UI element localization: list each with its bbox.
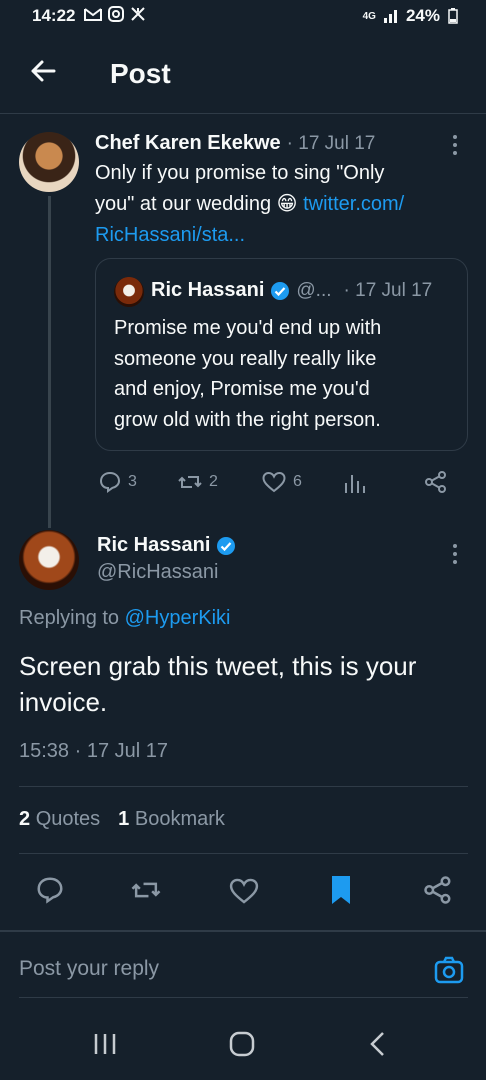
- repost-action[interactable]: 2: [177, 470, 218, 494]
- status-time: 14:22: [32, 6, 76, 25]
- quoted-handle: @...: [296, 279, 332, 301]
- main-tweet-line-1: Screen grab this tweet, this is your: [19, 651, 417, 681]
- more-options-icon[interactable]: [448, 543, 462, 565]
- verified-badge-icon: [271, 281, 290, 300]
- main-author-handle[interactable]: @RicHassani: [97, 561, 218, 584]
- repost-icon[interactable]: [130, 875, 162, 905]
- replying-to: Replying to @HyperKiki: [19, 607, 231, 630]
- network-type: 4G: [362, 10, 376, 22]
- tweet-date: · 17 Jul 17: [286, 133, 376, 154]
- divider: [0, 930, 486, 932]
- repost-count: 2: [209, 473, 218, 490]
- heart-icon[interactable]: [228, 876, 260, 906]
- tweet-link[interactable]: twitter.com/: [303, 193, 404, 215]
- reply-icon[interactable]: [35, 875, 65, 905]
- reply-icon: [99, 471, 121, 493]
- page-title: Post: [110, 58, 171, 89]
- gmail-icon: [84, 8, 102, 21]
- home-icon[interactable]: [228, 1030, 256, 1058]
- status-right-group: 4G 24%: [363, 6, 458, 26]
- main-tweet-text: Screen grab this tweet, this is your inv…: [19, 648, 474, 720]
- main-author-name[interactable]: Ric Hassani: [97, 534, 210, 557]
- like-count: 6: [293, 473, 302, 490]
- main-tweet-line-2: invoice.: [19, 687, 108, 717]
- replying-to-handle[interactable]: @HyperKiki: [125, 607, 231, 629]
- page-header: Post: [0, 40, 486, 114]
- quoted-line: someone you really really like: [114, 347, 377, 370]
- quoted-line: and enjoy, Promise me you'd: [114, 378, 370, 400]
- divider: [19, 853, 468, 854]
- avatar-ric-hassani[interactable]: [19, 530, 79, 590]
- parent-tweet-header: Chef Karen Ekekwe · 17 Jul 17: [95, 132, 375, 155]
- tweet-link-continued[interactable]: RicHassani/sta...: [95, 220, 470, 251]
- app-notification-icon: [131, 7, 145, 21]
- instagram-icon: [108, 6, 124, 22]
- quoted-author-name: Ric Hassani: [151, 279, 265, 301]
- bookmarks-stat[interactable]: 1 Bookmark: [118, 808, 225, 831]
- back-nav-icon[interactable]: [368, 1030, 388, 1058]
- bookmarks-count: 1: [118, 808, 130, 830]
- quotes-count: 2: [19, 808, 31, 830]
- parent-tweet-line-1: Only if you promise to sing "Only: [95, 162, 385, 184]
- avatar-chef-karen[interactable]: [19, 132, 79, 192]
- back-arrow-icon[interactable]: [28, 56, 58, 86]
- recent-apps-icon[interactable]: [92, 1031, 118, 1057]
- author-name[interactable]: Chef Karen Ekekwe: [95, 132, 281, 155]
- heart-icon: [262, 471, 286, 493]
- quoted-line: Promise me you'd end up with: [114, 317, 382, 339]
- quoted-tweet-header: Ric Hassani @... · 17 Jul 17: [151, 279, 432, 302]
- views-icon[interactable]: [343, 472, 367, 494]
- parent-tweet-text: Only if you promise to sing "Only you" a…: [95, 158, 470, 251]
- bookmark-icon[interactable]: [330, 874, 352, 906]
- reply-action[interactable]: 3: [98, 470, 137, 494]
- replying-to-prefix: Replying to: [19, 607, 125, 629]
- bookmarks-label: Bookmark: [134, 808, 225, 830]
- main-tweet-author-row: Ric Hassani: [97, 534, 236, 557]
- divider: [19, 997, 468, 998]
- quoted-date: · 17 Jul 17: [343, 279, 433, 301]
- engagement-stats: 2 Quotes 1 Bookmark: [19, 808, 225, 831]
- quoted-tweet-text: Promise me you'd end up with someone you…: [114, 313, 459, 435]
- share-icon[interactable]: [424, 470, 448, 494]
- battery-percent: 24%: [405, 6, 440, 25]
- notification-icons: [84, 6, 146, 22]
- quotes-label: Quotes: [35, 808, 101, 830]
- quoted-line: grow old with the right person.: [114, 408, 381, 431]
- signal-icon: [383, 10, 397, 23]
- quotes-stat[interactable]: 2 Quotes: [19, 808, 100, 831]
- parent-tweet-line-2: you" at our wedding 😁 twitter.com/: [95, 189, 470, 220]
- share-icon[interactable]: [423, 875, 453, 905]
- avatar-ric-hassani-small: [114, 277, 144, 307]
- battery-icon: [448, 8, 458, 24]
- camera-icon[interactable]: [433, 955, 465, 985]
- repost-icon: [178, 476, 202, 488]
- like-action[interactable]: 6: [261, 470, 302, 494]
- status-bar: 14:22 4G 24%: [0, 0, 486, 34]
- more-options-icon[interactable]: [448, 134, 462, 156]
- divider: [19, 786, 468, 787]
- reply-input[interactable]: Post your reply: [19, 957, 399, 981]
- main-tweet-timestamp: 15:38 · 17 Jul 17: [19, 740, 168, 762]
- verified-badge-icon: [217, 536, 236, 555]
- thread-connector-line: [48, 196, 51, 528]
- reply-count: 3: [128, 473, 137, 490]
- reply-placeholder: Post your reply: [19, 957, 160, 980]
- parent-tweet-line-2-text: you" at our wedding 😁: [95, 193, 304, 215]
- quoted-tweet-card[interactable]: Ric Hassani @... · 17 Jul 17 Promise me …: [95, 258, 468, 451]
